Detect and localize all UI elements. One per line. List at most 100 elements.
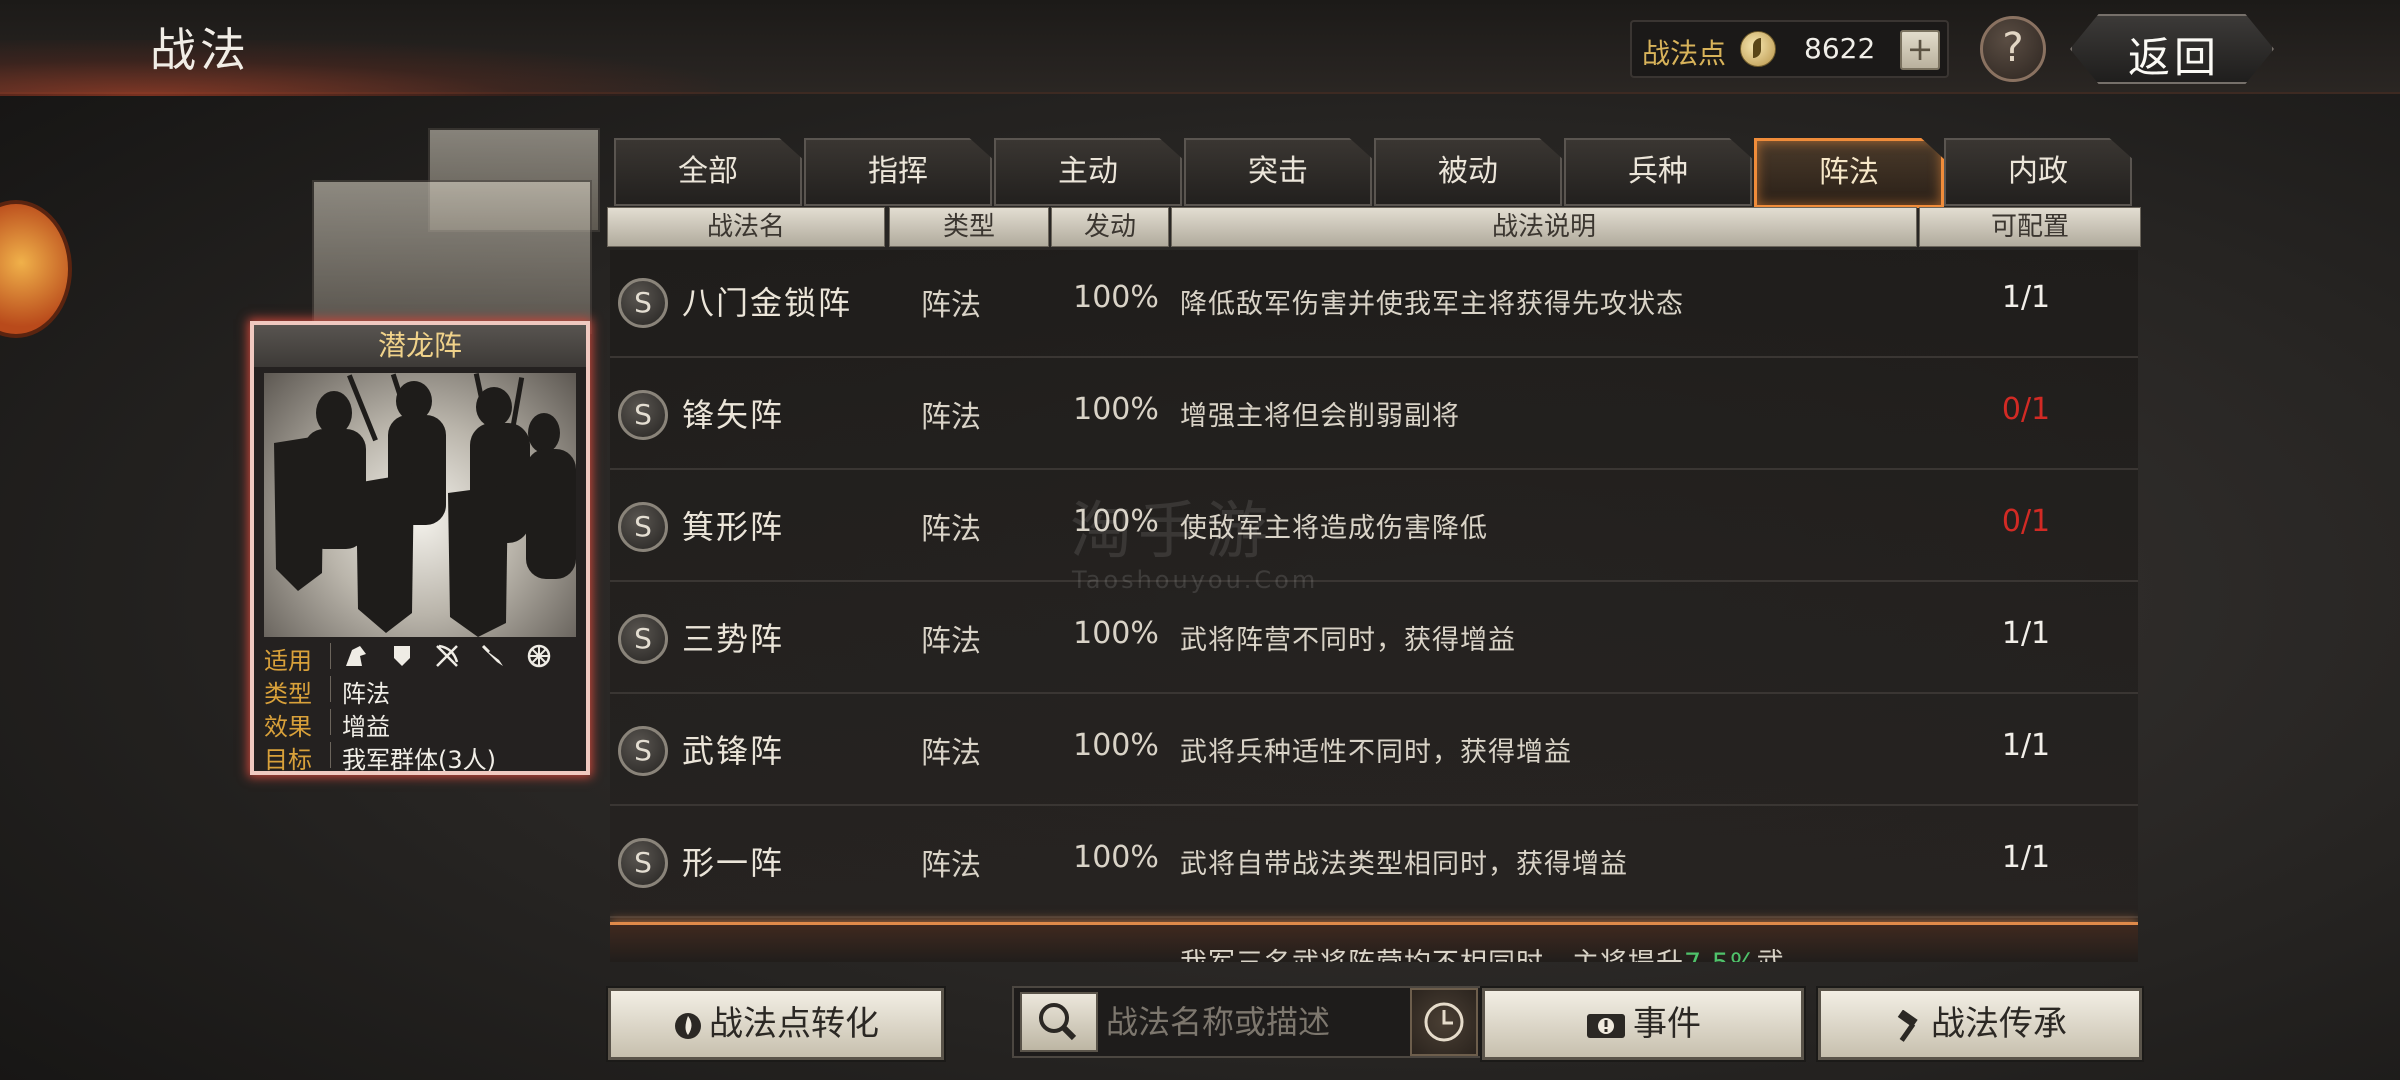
column-header-type[interactable]: 类型 (889, 207, 1049, 247)
top-bar: 战法 战法点 8622 + ? 返回 (0, 0, 2400, 96)
event-icon (1587, 1013, 1625, 1038)
shield-icon (393, 646, 410, 666)
search-icon (1039, 1003, 1077, 1041)
spear-icon (481, 644, 503, 666)
tab-troop[interactable]: 兵种 (1564, 138, 1752, 206)
history-button[interactable] (1410, 988, 1478, 1056)
tactic-name: 箕形阵 (682, 508, 785, 546)
table-header: 战法名 类型 发动 战法说明 可配置 (607, 207, 2141, 247)
info-divider (330, 643, 331, 669)
tactic-desc: 武将阵营不同时，获得增益 (1180, 625, 1516, 656)
card-title: 潜龙阵 (254, 325, 586, 367)
column-header-config[interactable]: 可配置 (1919, 207, 2141, 247)
grade-badge: S (618, 614, 668, 664)
treasure-chest-icon[interactable] (0, 200, 72, 338)
target-value: 我军群体(3人) (342, 746, 496, 774)
info-row-effect: 效果 增益 (264, 705, 576, 741)
tab-all[interactable]: 全部 (614, 138, 802, 206)
back-button-label: 返回 (2128, 33, 2221, 82)
tactic-config: 1/1 (2001, 616, 2051, 651)
tactic-point-coin-icon (1740, 31, 1776, 67)
tactic-rate: 100% (1073, 616, 1159, 651)
soldiers-silhouette-art (274, 373, 576, 637)
card-info: 适用 类型 阵法 效果 增益 目标 我军群体(3人) (264, 639, 576, 774)
tactic-type: 阵法 (921, 288, 981, 323)
table-row[interactable]: S 三势阵 阵法 100% 武将阵营不同时，获得增益 1/1 (610, 586, 2138, 694)
convert-points-button[interactable]: 战法点转化 (608, 988, 944, 1060)
inherit-tactic-button[interactable]: 战法传承 (1818, 988, 2142, 1060)
title-glow (0, 40, 720, 96)
column-header-desc: 战法说明 (1171, 207, 1917, 247)
cavalry-icon (346, 646, 366, 666)
effect-value: 增益 (342, 713, 390, 741)
expanded-text-before: 我军三名武将阵营均不相同时，主将提升 (1180, 948, 1684, 962)
tab-assault[interactable]: 突击 (1184, 138, 1372, 206)
table-row[interactable]: S 箕形阵 阵法 100% 使敌军主将造成伤害降低 0/1 (610, 474, 2138, 582)
grade-badge: S (618, 502, 668, 552)
grade-badge: S (618, 726, 668, 776)
table-row[interactable]: S 武锋阵 阵法 100% 武将兵种适性不同时，获得增益 1/1 (610, 698, 2138, 806)
tactic-rate: 100% (1073, 840, 1159, 875)
grade-badge: S (618, 838, 668, 888)
tactic-config: 1/1 (2001, 840, 2051, 875)
expanded-pct: 7.5% (1684, 948, 1757, 962)
info-divider (330, 709, 331, 735)
apply-label: 适用 (264, 647, 312, 675)
back-button[interactable]: 返回 (2070, 14, 2274, 84)
expanded-text-after: 武 (1757, 948, 1785, 962)
tab-command[interactable]: 指挥 (804, 138, 992, 206)
grade-badge: S (618, 278, 668, 328)
hammer-icon (1897, 1009, 1918, 1042)
card-artwork (264, 373, 576, 637)
tactic-config: 0/1 (2001, 392, 2051, 427)
tactic-points-display: 战法点 8622 + (1630, 20, 1949, 78)
tactic-desc: 武将兵种适性不同时，获得增益 (1180, 737, 1572, 768)
tab-passive[interactable]: 被动 (1374, 138, 1562, 206)
tactic-name: 锋矢阵 (682, 396, 785, 434)
tactic-desc: 降低敌军伤害并使我军主将获得先攻状态 (1180, 289, 1684, 320)
tactic-rate: 100% (1073, 280, 1159, 315)
tactic-type: 阵法 (921, 624, 981, 659)
tactic-type: 阵法 (921, 736, 981, 771)
info-row-apply: 适用 (264, 639, 576, 675)
tactic-config: 1/1 (2001, 280, 2051, 315)
tactic-type: 阵法 (921, 400, 981, 435)
tactic-name: 形一阵 (682, 844, 785, 882)
tactic-points-label: 战法点 (1642, 37, 1727, 70)
watermark-sub: Taoshouyou.Com (1072, 566, 1319, 594)
tactic-type: 阵法 (921, 512, 981, 547)
grade-badge: S (618, 390, 668, 440)
tactic-config: 1/1 (2001, 728, 2051, 763)
tactic-name: 武锋阵 (682, 732, 785, 770)
tactic-name: 三势阵 (682, 620, 785, 658)
info-divider (330, 742, 331, 768)
convert-points-label: 战法点转化 (709, 1004, 879, 1044)
add-points-button[interactable]: + (1900, 30, 1940, 70)
column-header-rate[interactable]: 发动 (1051, 207, 1169, 247)
column-header-name[interactable]: 战法名 (607, 207, 885, 247)
events-label: 事件 (1633, 1004, 1701, 1044)
siege-icon (527, 644, 550, 668)
tactic-points-value: 8622 (1804, 32, 1876, 65)
type-value: 阵法 (342, 680, 390, 708)
tab-internal[interactable]: 内政 (1944, 138, 2132, 206)
flame-icon (675, 1012, 701, 1039)
page-title: 战法 (150, 23, 250, 77)
events-button[interactable]: 事件 (1482, 988, 1804, 1060)
table-row[interactable]: S 八门金锁阵 阵法 100% 降低敌军伤害并使我军主将获得先攻状态 1/1 (610, 250, 2138, 358)
target-label: 目标 (264, 746, 312, 774)
table-row[interactable]: S 锋矢阵 阵法 100% 增强主将但会削弱副将 0/1 (610, 362, 2138, 470)
clock-icon (1424, 1002, 1464, 1042)
tactic-desc: 增强主将但会削弱副将 (1180, 401, 1460, 432)
table-row[interactable]: S 形一阵 阵法 100% 武将自带战法类型相同时，获得增益 1/1 (610, 810, 2138, 918)
help-button[interactable]: ? (1980, 16, 2046, 82)
troop-type-icons (342, 641, 563, 670)
tab-formation[interactable]: 阵法 (1754, 138, 1944, 208)
tactic-rate: 100% (1073, 728, 1159, 763)
selected-tactic-card[interactable]: 潜龙阵 适用 类型 阵法 效果 增益 目标 我军群体(3人) (250, 321, 590, 775)
search-button[interactable] (1020, 992, 1098, 1052)
tactic-name: 八门金锁阵 (682, 284, 853, 322)
tab-active[interactable]: 主动 (994, 138, 1182, 206)
tactic-rate: 100% (1073, 392, 1159, 427)
expanded-row-preview[interactable]: 我军三名武将阵营均不相同时，主将提升7.5%武 (610, 922, 2138, 962)
